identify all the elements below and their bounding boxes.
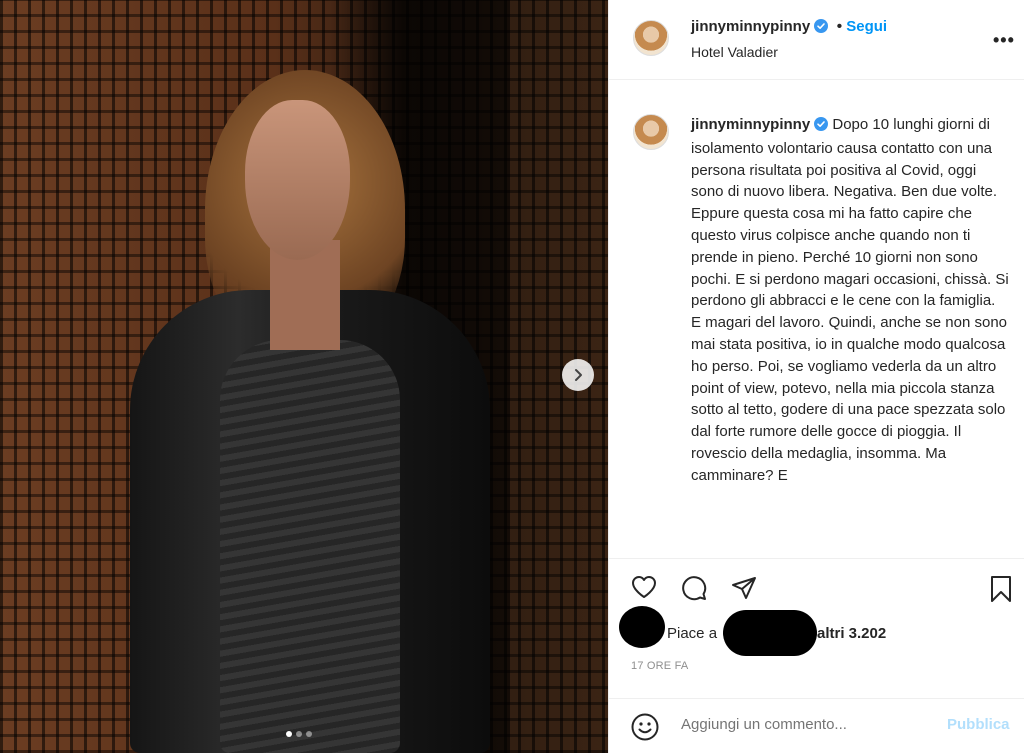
save-button[interactable]: [989, 575, 1013, 608]
redacted-avatar: [619, 606, 665, 648]
heart-icon: [632, 576, 656, 598]
emoji-icon: [631, 713, 659, 741]
share-button[interactable]: [731, 576, 757, 605]
caption-avatar[interactable]: [633, 114, 669, 150]
caption-text: Dopo 10 lunghi giorni di isolamento volo…: [691, 116, 1009, 484]
comment-input[interactable]: [681, 716, 931, 733]
post-timestamp[interactable]: 17 ORE FA: [631, 660, 688, 672]
header-username[interactable]: jinnyminnypinny: [691, 18, 810, 35]
comment-button[interactable]: [681, 575, 707, 606]
like-button[interactable]: [631, 575, 657, 604]
post-photo[interactable]: [0, 0, 608, 753]
verified-badge-icon: [814, 116, 829, 138]
subject-dress: [220, 340, 400, 753]
post-location[interactable]: Hotel Valadier: [691, 44, 778, 60]
post-header: jinnyminnypinny • Segui Hotel Valadier ••…: [609, 0, 1024, 80]
publish-button[interactable]: Pubblica: [947, 716, 1010, 733]
post-caption: jinnyminnypinny Dopo 10 lunghi giorni di…: [691, 114, 1009, 487]
redacted-username: [723, 610, 817, 656]
likes-summary: Piace a altri 3.202: [619, 606, 1019, 665]
post-side-panel: jinnyminnypinny • Segui Hotel Valadier ••…: [608, 0, 1024, 753]
avatar[interactable]: [633, 20, 669, 56]
emoji-button[interactable]: [631, 713, 659, 746]
post-actions: Piace a altri 3.202 17 ORE FA Pubblica: [609, 558, 1024, 754]
caption-scroll-area[interactable]: jinnyminnypinny Dopo 10 lunghi giorni di…: [609, 80, 1024, 558]
verified-badge-icon: [814, 19, 829, 38]
next-arrow-icon: [575, 369, 582, 381]
caption-username[interactable]: jinnyminnypinny: [691, 116, 810, 133]
likes-count[interactable]: altri 3.202: [817, 625, 886, 642]
subject-face: [245, 100, 350, 260]
follow-button[interactable]: Segui: [846, 18, 887, 35]
comment-composer: Pubblica: [609, 698, 1024, 755]
header-separator: •: [836, 18, 843, 35]
header-user-line: jinnyminnypinny • Segui: [691, 18, 887, 38]
carousel-dot: [296, 731, 302, 737]
photo-subject: [110, 40, 500, 753]
next-slide-button[interactable]: [562, 359, 594, 391]
more-options-icon[interactable]: •••: [993, 30, 1015, 51]
comment-icon: [682, 576, 707, 601]
bookmark-icon: [991, 576, 1011, 602]
carousel-dot-active: [286, 731, 292, 737]
likes-prefix: Piace a: [667, 625, 718, 642]
carousel-dot: [306, 731, 312, 737]
share-icon: [732, 577, 756, 599]
carousel-indicator: [286, 731, 312, 737]
